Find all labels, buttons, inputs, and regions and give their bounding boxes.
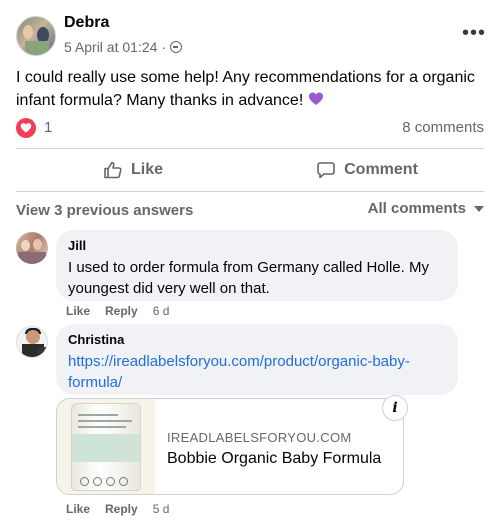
comment-button[interactable]: Comment (250, 152, 484, 188)
like-label: Like (130, 161, 163, 178)
commenter-name[interactable]: Christina (68, 332, 446, 348)
reaction-count[interactable]: 1 (44, 119, 52, 136)
chevron-down-icon (474, 205, 484, 212)
more-options-button[interactable]: ••• (462, 23, 486, 43)
post-body: I could really use some help! Any recomm… (16, 69, 475, 109)
like-button[interactable]: Like (16, 152, 250, 188)
reactions-summary: 1 8 comments (16, 118, 484, 140)
comment-age[interactable]: 5 d (153, 502, 170, 516)
purple-heart-icon (308, 92, 323, 105)
commenter-avatar[interactable] (16, 232, 48, 264)
comment-like-button[interactable]: Like (66, 304, 90, 318)
comment-icon (317, 162, 335, 179)
comment-actions: Like Reply 5 d (66, 502, 169, 516)
divider (16, 148, 484, 149)
comment-age[interactable]: 6 d (153, 304, 170, 318)
comment-like-button[interactable]: Like (66, 502, 90, 516)
link-preview-card[interactable]: IREADLABELSFORYOU.COM Bobbie Organic Bab… (56, 398, 404, 495)
post-author-name[interactable]: Debra (64, 14, 109, 32)
comment-filter-dropdown[interactable]: All comments (368, 200, 484, 217)
divider (16, 191, 484, 192)
commenter-name[interactable]: Jill (68, 238, 446, 254)
comment-label: Comment (344, 161, 418, 178)
post-header: Debra 5 April at 01:24 · ••• (16, 14, 486, 64)
post-actions: Like Comment (16, 152, 484, 188)
post-timestamp[interactable]: 5 April at 01:24 (64, 39, 157, 55)
info-icon[interactable]: i (382, 395, 408, 421)
comment-filter-label: All comments (367, 200, 466, 217)
comment-reply-button[interactable]: Reply (105, 304, 138, 318)
comment-bubble: Jill I used to order formula from German… (56, 230, 458, 301)
view-previous-answers-link[interactable]: View 3 previous answers (16, 202, 193, 219)
comment-bubble: Christina https://ireadlabelsforyou.com/… (56, 324, 458, 395)
comment-count[interactable]: 8 comments (402, 119, 484, 136)
commenter-avatar[interactable] (16, 326, 48, 358)
love-reaction-icon[interactable] (16, 118, 36, 138)
preview-title: Bobbie Organic Baby Formula (167, 450, 382, 467)
post-text: I could really use some help! Any recomm… (16, 66, 486, 112)
post-meta: 5 April at 01:24 · (64, 39, 183, 55)
author-avatar[interactable] (16, 16, 56, 56)
comment-reply-button[interactable]: Reply (105, 502, 138, 516)
preview-domain: IREADLABELSFORYOU.COM (167, 430, 352, 445)
thumbs-up-icon (104, 161, 122, 179)
globe-icon (170, 41, 183, 53)
comment-link[interactable]: https://ireadlabelsforyou.com/product/or… (68, 351, 446, 393)
comment-text: I used to order formula from Germany cal… (68, 259, 429, 297)
product-image (57, 399, 155, 494)
comment-actions: Like Reply 6 d (66, 304, 169, 318)
